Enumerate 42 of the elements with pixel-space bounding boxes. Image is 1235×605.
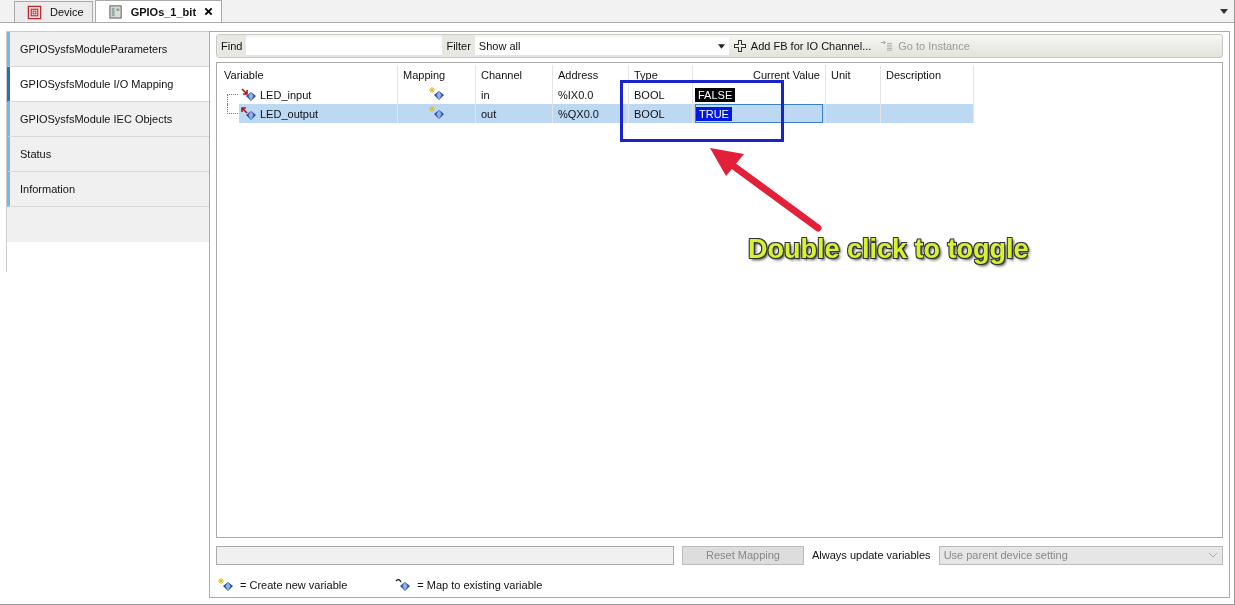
plus-icon [733, 40, 746, 52]
go-to-icon [881, 40, 894, 52]
sidebar-item[interactable]: Information [7, 172, 209, 207]
caret-icon[interactable] [717, 43, 725, 49]
value-edit-field[interactable]: TRUE [695, 104, 823, 123]
editor-tab[interactable]: GPIOs_1_bit [94, 0, 223, 22]
create-variable-icon [428, 86, 445, 101]
close-icon[interactable] [204, 7, 214, 16]
column-header[interactable]: Unit [825, 65, 881, 85]
device-icon [27, 4, 42, 20]
dropdown-arrow-icon[interactable] [1220, 9, 1228, 14]
filter-label: Filter [442, 35, 475, 57]
annotation-text: Double click to toggle [748, 234, 1029, 265]
column-header[interactable]: Current Value [692, 65, 826, 85]
column-header[interactable]: Type [628, 65, 693, 85]
column-header[interactable]: Channel [475, 65, 553, 85]
type-cell: BOOL [628, 104, 693, 123]
map-variable-icon [395, 578, 412, 592]
create-variable-icon [428, 105, 445, 120]
column-header[interactable]: Variable [219, 65, 398, 85]
legend-label: = Map to existing variable [417, 579, 543, 591]
channel-cell: out [475, 104, 553, 123]
sidebar-item[interactable]: GPIOSysfsModule IEC Objects [7, 102, 209, 137]
find-field[interactable] [246, 37, 443, 55]
column-header[interactable]: Address [552, 65, 629, 85]
find-label: Find [217, 35, 247, 57]
create-variable-icon [218, 578, 234, 592]
add-fb-button[interactable]: Add FB for IO Channel... [728, 40, 877, 52]
sidebar-item[interactable]: Status [7, 137, 209, 172]
address-cell: %QX0.0 [552, 104, 629, 123]
column-header[interactable]: Mapping [397, 65, 476, 85]
legend-label: = Create new variable [240, 579, 348, 591]
module-icon [107, 4, 123, 19]
filter-dropdown[interactable]: Show all [474, 37, 729, 55]
update-label: Always update variables [812, 549, 931, 561]
editor-tab[interactable]: Device [14, 1, 93, 22]
sidebar-item[interactable]: GPIOSysfsModule I/O Mapping [7, 67, 211, 102]
output-variable-icon [241, 106, 257, 121]
column-header[interactable]: Description [880, 65, 974, 85]
input-variable-icon [241, 87, 257, 102]
sidebar-item[interactable]: GPIOSysfsModuleParameters [7, 32, 209, 67]
value-cell: FALSE [695, 86, 823, 103]
